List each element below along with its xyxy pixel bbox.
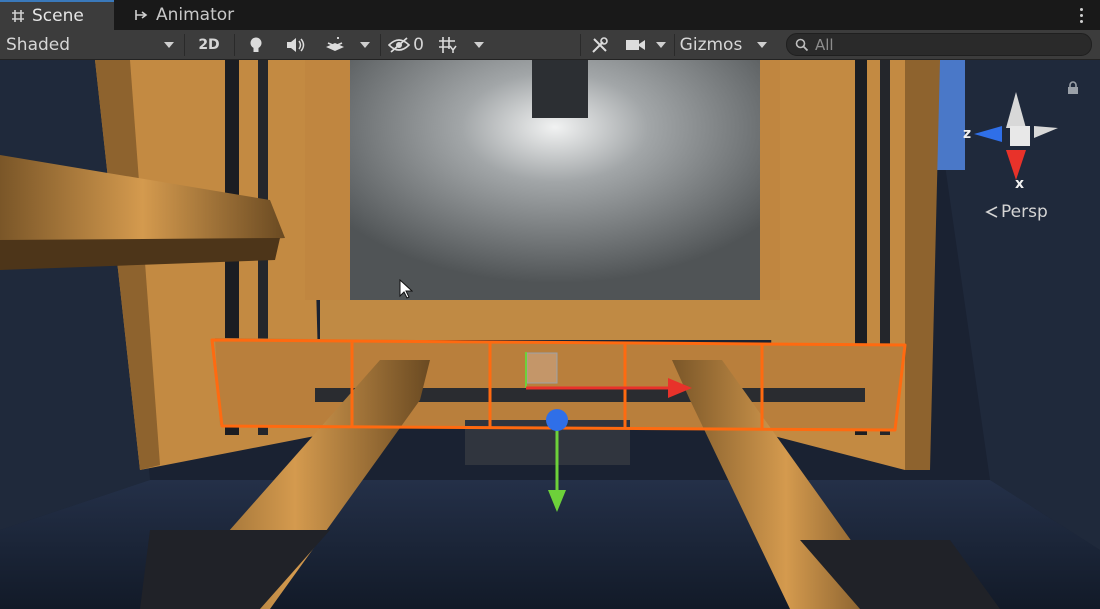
grid-snap-icon [439,37,457,53]
kebab-menu-icon[interactable] [1076,5,1086,25]
eye-hidden-icon [388,37,411,53]
toggle-2d-label: 2D [198,37,220,53]
search-icon [795,38,809,51]
tools-button[interactable] [586,31,614,59]
camera-icon [626,40,645,50]
tools-icon [592,37,608,53]
shading-mode-dropdown[interactable]: Shaded [0,31,182,59]
scene-viewport[interactable]: z x Persp [0,60,1100,609]
scene-visibility-toggle[interactable]: 0 [384,31,428,59]
tab-bar: Scene Animator [0,0,1100,30]
shading-mode-label: Shaded [6,35,71,55]
search-input[interactable] [815,35,1085,54]
axis-z-label: z [963,126,972,142]
scene-toolbar: Shaded 2D 0 Gizmos All [0,30,1100,60]
separator [674,34,675,56]
gizmos-dropdown[interactable] [750,31,774,59]
effects-dropdown[interactable] [354,31,376,59]
audio-toggle-button[interactable] [280,31,310,59]
effects-layers-icon [326,37,344,51]
separator [380,34,381,56]
axis-x-label: x [1015,176,1025,192]
projection-toggle[interactable]: Persp [985,202,1048,222]
speaker-icon [287,38,305,52]
grid-snap-button[interactable] [434,31,462,59]
scene-render [0,60,1100,609]
chevron-down-icon [360,42,370,48]
grid-dropdown[interactable] [468,31,490,59]
lighting-toggle-button[interactable] [242,31,270,59]
projection-label: Persp [1001,202,1048,222]
perspective-icon [985,206,998,218]
tab-scene-label: Scene [32,6,84,26]
hierarchy-search[interactable] [786,33,1092,56]
light-bulb-icon [250,37,262,52]
separator [580,34,581,56]
tab-scene[interactable]: Scene [0,0,114,30]
chevron-down-icon [656,42,666,48]
scene-window: Scene Animator Shaded 2D 0 Gizmos All z … [0,0,1100,609]
grid-hash-icon [10,8,26,24]
chevron-down-icon [757,42,767,48]
mouse-cursor-icon [399,279,413,299]
camera-button[interactable] [622,31,650,59]
tab-animator[interactable]: Animator [124,0,254,30]
hidden-count: 0 [413,35,424,55]
animator-icon [134,7,150,23]
chevron-down-icon [474,42,484,48]
camera-dropdown[interactable] [650,31,672,59]
gizmos-button[interactable]: Gizmos [676,31,746,59]
separator [234,34,235,56]
tab-animator-label: Animator [156,5,235,25]
effects-toggle-button[interactable] [318,31,352,59]
chevron-down-icon [164,42,174,48]
toggle-2d-button[interactable]: 2D [190,31,228,59]
gizmos-label: Gizmos [679,35,743,55]
separator [184,34,185,56]
